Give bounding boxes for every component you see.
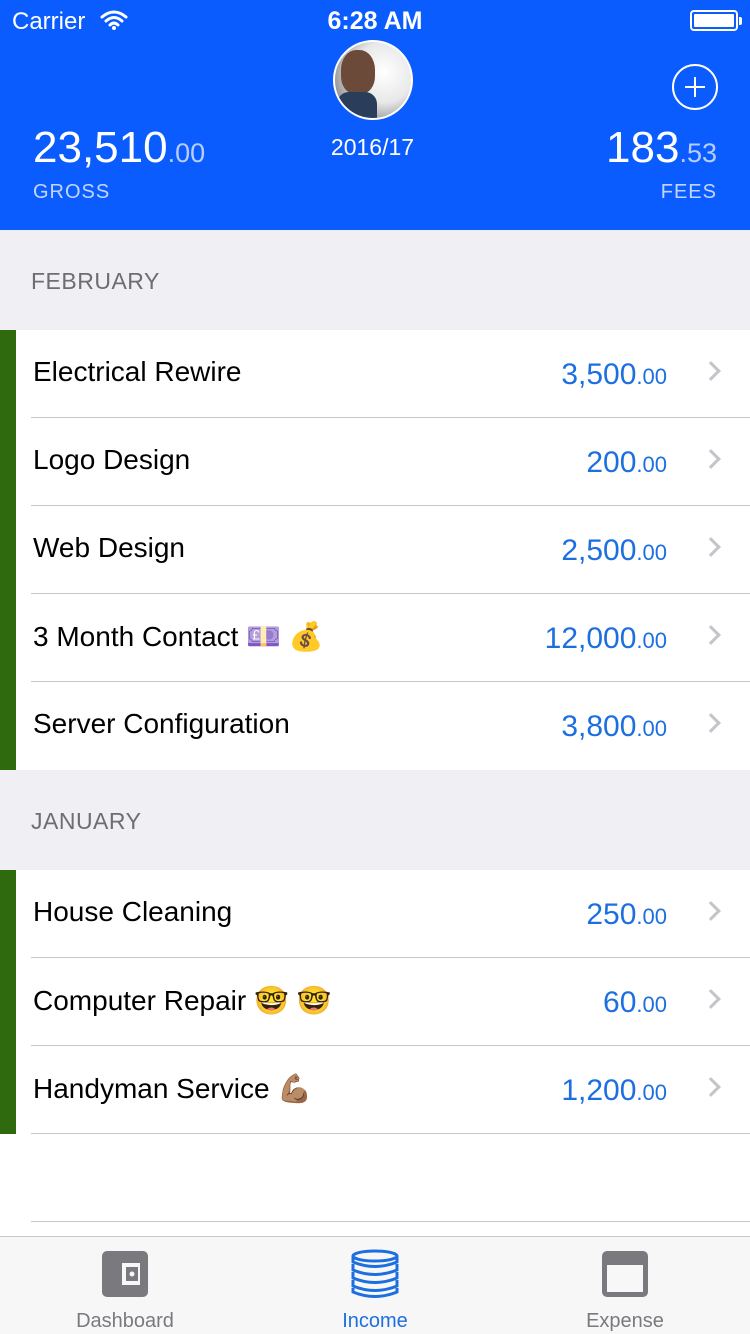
list-item[interactable]: Handyman Service 💪🏽 1,200.00 <box>0 1046 750 1134</box>
summary-header: Carrier 6:28 AM 23,510.00 GROSS 2016/17 … <box>0 0 750 230</box>
item-title: 3 Month Contact 💷 💰 <box>33 621 324 652</box>
item-title: Computer Repair 🤓 🤓 <box>33 985 332 1016</box>
tab-label: Dashboard <box>76 1310 174 1332</box>
wallet-icon <box>102 1251 148 1297</box>
list-item[interactable]: 3 Month Contact 💷 💰 12,000.00 <box>0 594 750 682</box>
category-marker <box>0 958 16 1046</box>
tab-dashboard[interactable]: Dashboard <box>0 1237 250 1334</box>
divider <box>31 1133 750 1134</box>
chevron-right-icon <box>701 901 721 921</box>
item-amount: 1,200.00 <box>561 1074 667 1107</box>
chevron-right-icon <box>701 449 721 469</box>
avatar[interactable] <box>333 40 413 120</box>
fees-amount-whole: 183 <box>606 123 680 172</box>
item-title: House Cleaning <box>33 896 233 927</box>
category-marker <box>0 418 16 506</box>
battery-icon <box>690 10 742 31</box>
item-title: Handyman Service 💪🏽 <box>33 1073 313 1104</box>
item-amount: 12,000.00 <box>544 622 667 655</box>
tab-label: Income <box>342 1310 408 1332</box>
add-income-button[interactable] <box>672 64 718 110</box>
item-amount: 60.00 <box>603 986 667 1019</box>
chevron-right-icon <box>701 1077 721 1097</box>
category-marker <box>0 682 16 770</box>
fees-amount-decimal: .53 <box>679 138 717 168</box>
gross-label: GROSS <box>33 181 111 203</box>
chevron-right-icon <box>701 713 721 733</box>
item-amount: 250.00 <box>586 898 667 931</box>
item-amount: 2,500.00 <box>561 534 667 567</box>
item-title: Web Design <box>33 532 186 563</box>
category-marker <box>0 594 16 682</box>
status-time: 6:28 AM <box>327 7 423 35</box>
chevron-right-icon <box>701 989 721 1009</box>
list-item[interactable]: Web Design 2,500.00 <box>0 506 750 594</box>
item-title: Logo Design <box>33 444 191 475</box>
tab-expense[interactable]: Expense <box>500 1237 750 1334</box>
chevron-right-icon <box>701 537 721 557</box>
category-marker <box>0 870 16 958</box>
item-amount: 3,800.00 <box>561 710 667 743</box>
section-title: JANUARY <box>31 808 142 834</box>
category-marker <box>0 330 16 418</box>
section-header-february: FEBRUARY <box>0 230 750 330</box>
list-item[interactable]: Logo Design 200.00 <box>0 418 750 506</box>
list-item[interactable]: Server Configuration 3,800.00 <box>0 682 750 770</box>
item-amount: 3,500.00 <box>561 358 667 391</box>
coins-stack-icon <box>351 1249 399 1298</box>
credit-card-icon <box>602 1251 648 1297</box>
section-header-january: JANUARY <box>0 770 750 870</box>
divider <box>31 1221 750 1222</box>
chevron-right-icon <box>701 361 721 381</box>
list-item[interactable]: Electrical Rewire 3,500.00 <box>0 330 750 418</box>
list-item[interactable]: House Cleaning 250.00 <box>0 870 750 958</box>
section-title: FEBRUARY <box>31 268 160 294</box>
status-bar: Carrier 6:28 AM <box>0 0 750 40</box>
category-marker <box>0 1046 16 1134</box>
tab-label: Expense <box>586 1310 664 1332</box>
item-title: Server Configuration <box>33 708 290 739</box>
income-list: FEBRUARY Electrical Rewire 3,500.00 Logo… <box>0 230 750 1134</box>
tab-income[interactable]: Income <box>250 1237 500 1334</box>
list-item[interactable]: Computer Repair 🤓 🤓 60.00 <box>0 958 750 1046</box>
item-title: Electrical Rewire <box>33 356 242 387</box>
tab-bar: Dashboard Income Expense <box>0 1236 750 1334</box>
category-marker <box>0 506 16 594</box>
item-amount: 200.00 <box>586 446 667 479</box>
chevron-right-icon <box>701 625 721 645</box>
fees-total: 183.53 FEES <box>606 124 717 204</box>
fees-label: FEES <box>660 181 717 203</box>
